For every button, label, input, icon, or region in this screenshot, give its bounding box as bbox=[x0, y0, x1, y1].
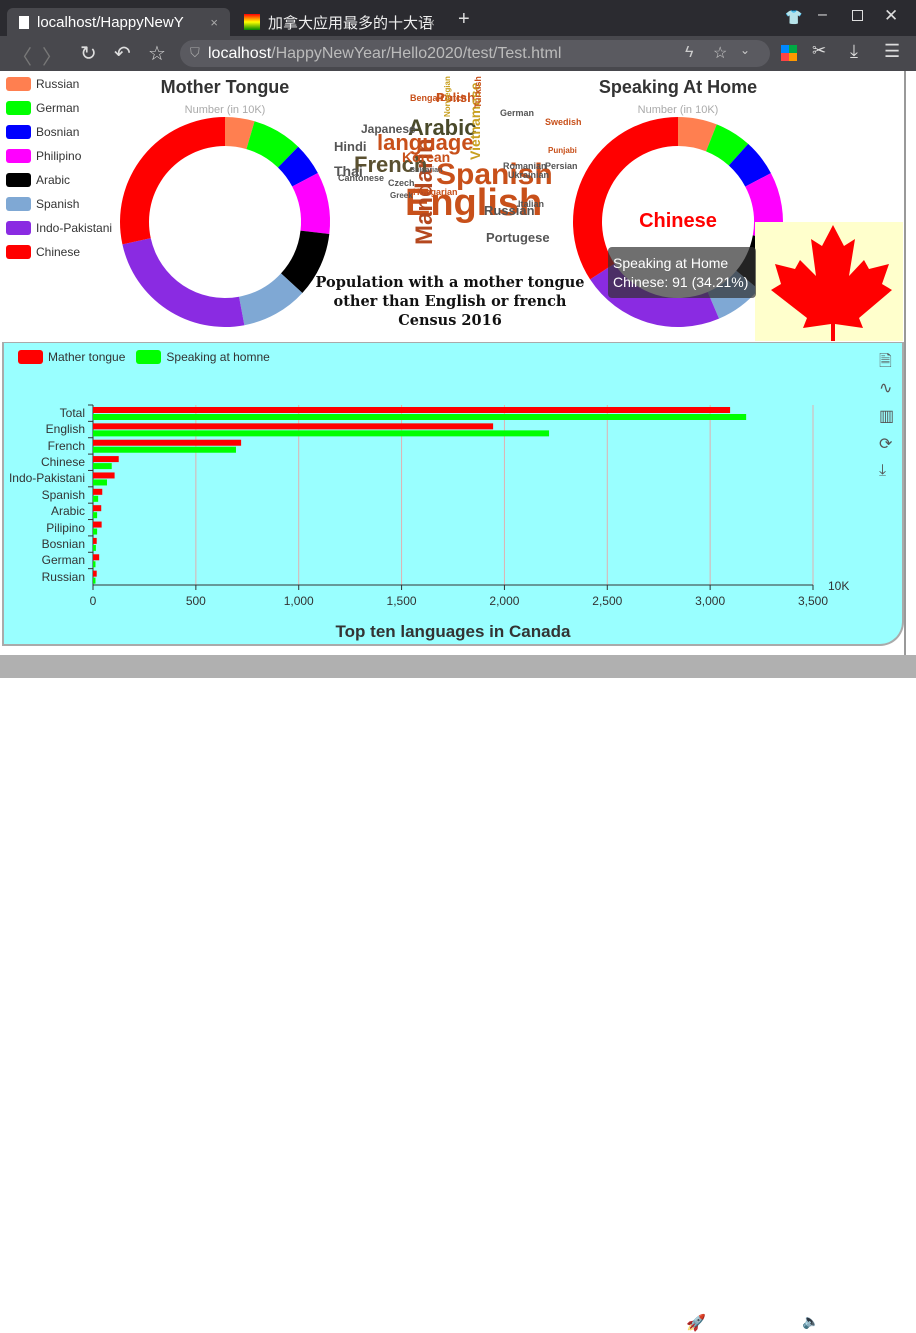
bar-bosnian-home[interactable] bbox=[93, 544, 96, 551]
bar-chart-title: Top ten languages in Canada bbox=[335, 622, 571, 641]
y-category-label: Arabic bbox=[50, 504, 85, 519]
bar-total-mother[interactable] bbox=[93, 407, 731, 413]
x-tick-label: 3,000 bbox=[695, 594, 726, 608]
bar-german-mother[interactable] bbox=[93, 554, 100, 561]
y-category-label: German bbox=[41, 553, 85, 568]
y-category-label: Bosnian bbox=[41, 536, 85, 551]
rocket-icon[interactable]: 🚀 bbox=[686, 1313, 706, 1332]
bar-russian-home[interactable] bbox=[93, 577, 96, 584]
y-category-label: French bbox=[47, 438, 85, 453]
bar-pilipino-home[interactable] bbox=[93, 528, 98, 535]
sound-icon[interactable]: 🔈 bbox=[802, 1313, 819, 1329]
speed-icon[interactable]: ⊕ bbox=[726, 1313, 742, 1329]
bar-arabic-home[interactable] bbox=[93, 512, 98, 519]
y-category-label: Spanish bbox=[41, 487, 85, 502]
bar-english-home[interactable] bbox=[93, 430, 550, 437]
bar-indo-pakistani-mother[interactable] bbox=[93, 472, 115, 479]
bar-chart bbox=[88, 404, 814, 590]
search-icon[interactable]: ⚲ bbox=[878, 1313, 894, 1331]
x-tick-label: 500 bbox=[185, 594, 206, 608]
bar-chinese-home[interactable] bbox=[93, 463, 112, 470]
bar-chinese-mother[interactable] bbox=[93, 456, 119, 463]
y-category-label: Chinese bbox=[40, 455, 85, 470]
bar-french-home[interactable] bbox=[93, 446, 236, 453]
y-category-label: English bbox=[45, 422, 85, 437]
bar-german-home[interactable] bbox=[93, 561, 96, 568]
bar-bosnian-mother[interactable] bbox=[93, 537, 97, 544]
x-tick-label: 1,500 bbox=[386, 594, 417, 608]
x-tick-label: 2,000 bbox=[489, 594, 520, 608]
trash-icon[interactable]: 🗑 bbox=[764, 1313, 782, 1329]
bar-chart-icon[interactable]: ▥ bbox=[879, 406, 897, 425]
bar-pilipino-mother[interactable] bbox=[93, 521, 102, 528]
save-image-icon[interactable]: ⤓ bbox=[879, 462, 897, 480]
bar-spanish-mother[interactable] bbox=[93, 488, 103, 495]
y-category-label: Indo-Pakistani bbox=[8, 471, 85, 486]
data-view-icon[interactable]: 🗎 bbox=[879, 350, 897, 370]
y-category-label: Pilipino bbox=[46, 520, 85, 535]
status-bar: 🚀 ⊕ 🗑 🔈 ⚲ bbox=[0, 655, 916, 1332]
x-tick-label: 3,500 bbox=[797, 594, 829, 608]
bar-french-mother[interactable] bbox=[93, 439, 242, 446]
bar-english-mother[interactable] bbox=[93, 423, 494, 430]
window-icon[interactable] bbox=[840, 1316, 852, 1328]
y-category-label: Russian bbox=[41, 569, 85, 584]
line-chart-icon[interactable]: ∿ bbox=[879, 378, 897, 397]
bar-indo-pakistani-home[interactable] bbox=[93, 479, 107, 486]
bar-total-home[interactable] bbox=[93, 414, 747, 420]
restore-icon[interactable]: ⟳ bbox=[879, 434, 897, 453]
x-tick-label: 2,500 bbox=[592, 594, 623, 608]
y-category-label: Total bbox=[59, 406, 85, 420]
bar-russian-mother[interactable] bbox=[93, 570, 97, 577]
bar-arabic-mother[interactable] bbox=[93, 505, 102, 512]
bar-spanish-home[interactable] bbox=[93, 495, 99, 502]
x-tick-label: 1,000 bbox=[283, 594, 314, 608]
x-axis-unit: 10K bbox=[828, 579, 850, 593]
x-tick-label: 0 bbox=[89, 594, 97, 608]
